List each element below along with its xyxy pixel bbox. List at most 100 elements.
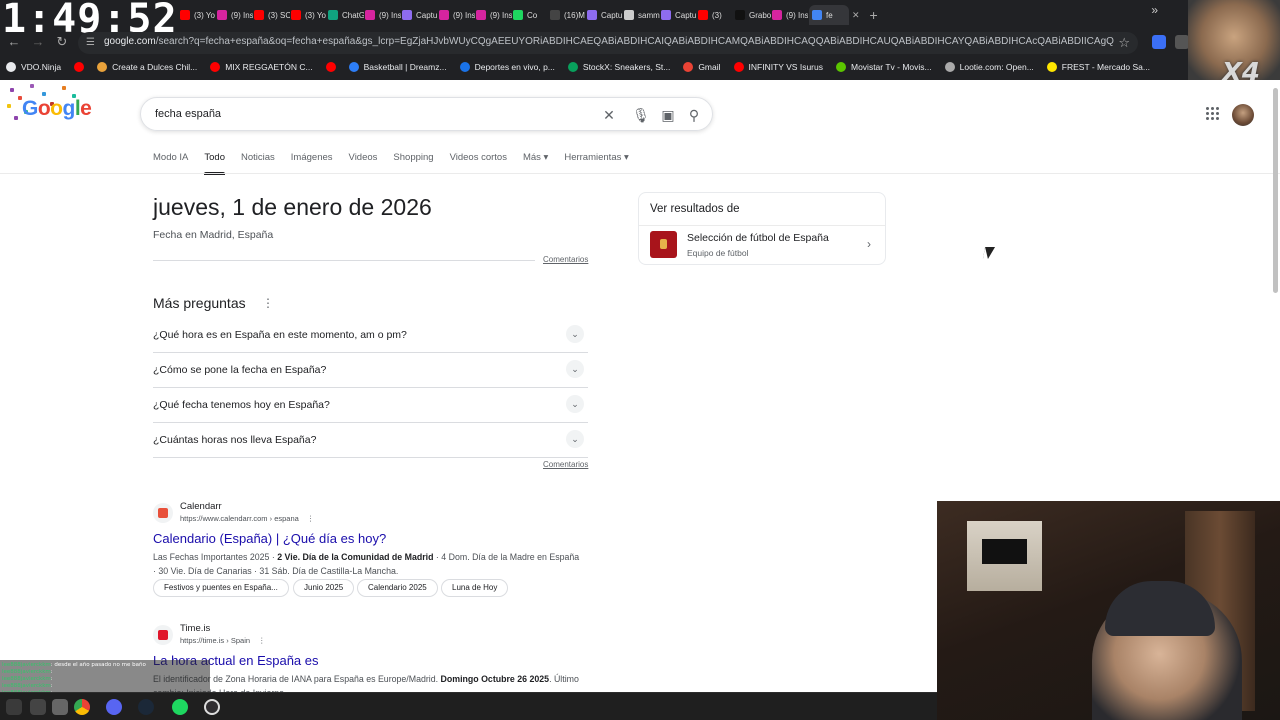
chevron-down-icon[interactable]: ⌄	[566, 395, 584, 413]
sitelink-chip[interactable]: Festivos y puentes en España...	[153, 579, 289, 597]
bookmark-item[interactable]: Movistar Tv - Movis...	[836, 62, 932, 72]
browser-tab[interactable]: (3) Yo	[291, 5, 327, 25]
search-tab[interactable]: Más ▾	[523, 152, 548, 175]
search-tab[interactable]: Todo	[204, 152, 225, 175]
chevron-down-icon[interactable]: ⌄	[566, 430, 584, 448]
browser-tab[interactable]: Captu	[402, 5, 438, 25]
close-tab-icon[interactable]: ✕	[852, 10, 860, 21]
bookmark-item[interactable]: INFINITY VS Isurus	[733, 62, 823, 72]
back-icon[interactable]: ←	[6, 34, 22, 49]
chevron-right-icon[interactable]: ›	[867, 237, 871, 251]
lens-camera-icon[interactable]: ▣	[658, 105, 678, 125]
result-site-name[interactable]: Time.is	[180, 623, 210, 634]
chrome-icon[interactable]	[74, 699, 90, 715]
bookmark-item[interactable]: Gmail	[683, 62, 721, 72]
file-explorer-icon[interactable]	[52, 699, 68, 715]
spotify-icon[interactable]	[172, 699, 188, 715]
bookmarks-overflow-icon[interactable]: »	[1151, 3, 1158, 17]
discord-icon[interactable]	[106, 699, 122, 715]
search-tab[interactable]: Noticias	[241, 152, 275, 175]
reload-icon[interactable]: ↻	[54, 34, 70, 50]
more-options-icon[interactable]: ⋮	[258, 636, 266, 645]
browser-tab[interactable]: Captu	[587, 5, 623, 25]
bookmark-star-icon[interactable]: ☆	[1118, 35, 1130, 51]
browser-tab[interactable]: ChatG	[328, 5, 364, 25]
forward-icon[interactable]: →	[30, 34, 46, 49]
clear-icon[interactable]: ✕	[599, 105, 619, 125]
search-box[interactable]: fecha españa ✕ 🎙 ▣ ⚲	[140, 97, 713, 131]
steam-icon[interactable]	[138, 699, 154, 715]
search-tab[interactable]: Videos cortos	[450, 152, 507, 175]
more-options-icon[interactable]: ⋮	[307, 514, 315, 523]
feedback-link[interactable]: Comentarios	[543, 460, 588, 469]
bookmark-favicon-icon	[348, 62, 359, 72]
sitelink-chip[interactable]: Calendario 2025	[357, 579, 438, 597]
address-bar[interactable]: ☰ google.com/search?q=fecha+españa&oq=fe…	[78, 32, 1138, 54]
bookmark-item[interactable]: Basketball | Dreamz...	[348, 62, 447, 72]
browser-tab[interactable]: (3)	[698, 5, 734, 25]
google-apps-icon[interactable]	[1206, 107, 1220, 121]
sitelink-chip[interactable]: Luna de Hoy	[441, 579, 509, 597]
tab-favicon-icon	[624, 10, 634, 20]
browser-tab[interactable]: Grabo	[735, 5, 771, 25]
chevron-down-icon[interactable]: ⌄	[566, 360, 584, 378]
microphone-icon[interactable]: 🎙	[631, 105, 651, 125]
browser-tab[interactable]: fe	[809, 5, 849, 25]
paa-question[interactable]: ¿Cuántas horas nos lleva España? ⌄	[153, 423, 588, 458]
bookmark-item[interactable]: Lootie.com: Open...	[944, 62, 1034, 72]
search-taskbar-icon[interactable]	[30, 699, 46, 715]
more-options-icon[interactable]: ⋮	[262, 296, 274, 310]
browser-tab[interactable]: (9) Ins	[476, 5, 512, 25]
bookmark-item[interactable]: VDO.Ninja	[6, 62, 61, 72]
search-tab[interactable]: Shopping	[393, 152, 433, 175]
search-tab[interactable]: Modo IA	[153, 152, 188, 175]
avatar[interactable]	[1232, 104, 1254, 126]
kp-entity-name[interactable]: Selección de fútbol de España	[687, 232, 829, 244]
result-site-name[interactable]: Calendarr	[180, 501, 222, 512]
bookmark-item[interactable]: FREST - Mercado Sa...	[1046, 62, 1150, 72]
result-title-link[interactable]: Calendario (España) | ¿Qué día es hoy?	[153, 531, 386, 546]
search-input[interactable]: fecha españa	[155, 108, 221, 120]
bookmark-label: StockX: Sneakers, St...	[582, 62, 671, 72]
tab-favicon-icon	[291, 10, 301, 20]
browser-tab[interactable]: (3) Yo	[180, 5, 216, 25]
browser-tab[interactable]: (9) Ins	[365, 5, 401, 25]
browser-tab[interactable]: (9) Ins	[772, 5, 808, 25]
extensions-puzzle-icon[interactable]	[1175, 35, 1189, 49]
browser-tab[interactable]: (9) Ins	[217, 5, 253, 25]
search-tab[interactable]: Videos	[349, 152, 378, 175]
page-scrollbar[interactable]	[1273, 88, 1278, 293]
browser-tab[interactable]: Captu	[661, 5, 697, 25]
feedback-link[interactable]: Comentarios	[543, 255, 588, 264]
browser-tab[interactable]: (16)M	[550, 5, 586, 25]
start-icon[interactable]	[6, 699, 22, 715]
tab-label: Captu	[601, 10, 623, 20]
browser-tab[interactable]: Co	[513, 5, 549, 25]
browser-tab[interactable]: (9) Ins	[439, 5, 475, 25]
sitelink-chip[interactable]: Junio 2025	[293, 579, 355, 597]
extension-icon[interactable]	[1152, 35, 1166, 49]
search-icon[interactable]: ⚲	[684, 105, 704, 125]
browser-tab[interactable]: (3) SC	[254, 5, 290, 25]
result-url[interactable]: https://time.is › Spain ⋮	[180, 636, 266, 645]
new-tab-button[interactable]: +	[870, 7, 878, 23]
paa-question[interactable]: ¿Cómo se pone la fecha en España? ⌄	[153, 353, 588, 388]
bookmark-item[interactable]: MIX REGGAETÓN C...	[210, 62, 313, 72]
url-text[interactable]: google.com/search?q=fecha+españa&oq=fech…	[104, 36, 1114, 47]
paa-question[interactable]: ¿Qué fecha tenemos hoy en España? ⌄	[153, 388, 588, 423]
bookmark-item[interactable]: StockX: Sneakers, St...	[567, 62, 671, 72]
obs-icon[interactable]	[204, 699, 220, 715]
bookmark-item[interactable]: Create a Dulces Chil...	[97, 62, 197, 72]
bookmark-item[interactable]	[74, 62, 85, 72]
result-url[interactable]: https://www.calendarr.com › espana ⋮	[180, 514, 314, 523]
chevron-down-icon[interactable]: ⌄	[566, 325, 584, 343]
bookmark-item[interactable]	[325, 62, 336, 72]
browser-tab[interactable]: samm	[624, 5, 660, 25]
paa-question[interactable]: ¿Qué hora es en España en este momento, …	[153, 318, 588, 353]
search-tab[interactable]: Imágenes	[291, 152, 333, 175]
tab-label: (3) SC	[268, 10, 290, 20]
site-info-icon[interactable]: ☰	[86, 37, 98, 49]
search-tab[interactable]: Herramientas ▾	[564, 152, 628, 175]
google-doodle-logo[interactable]: Google	[2, 80, 112, 130]
bookmark-item[interactable]: Deportes en vivo, p...	[459, 62, 555, 72]
